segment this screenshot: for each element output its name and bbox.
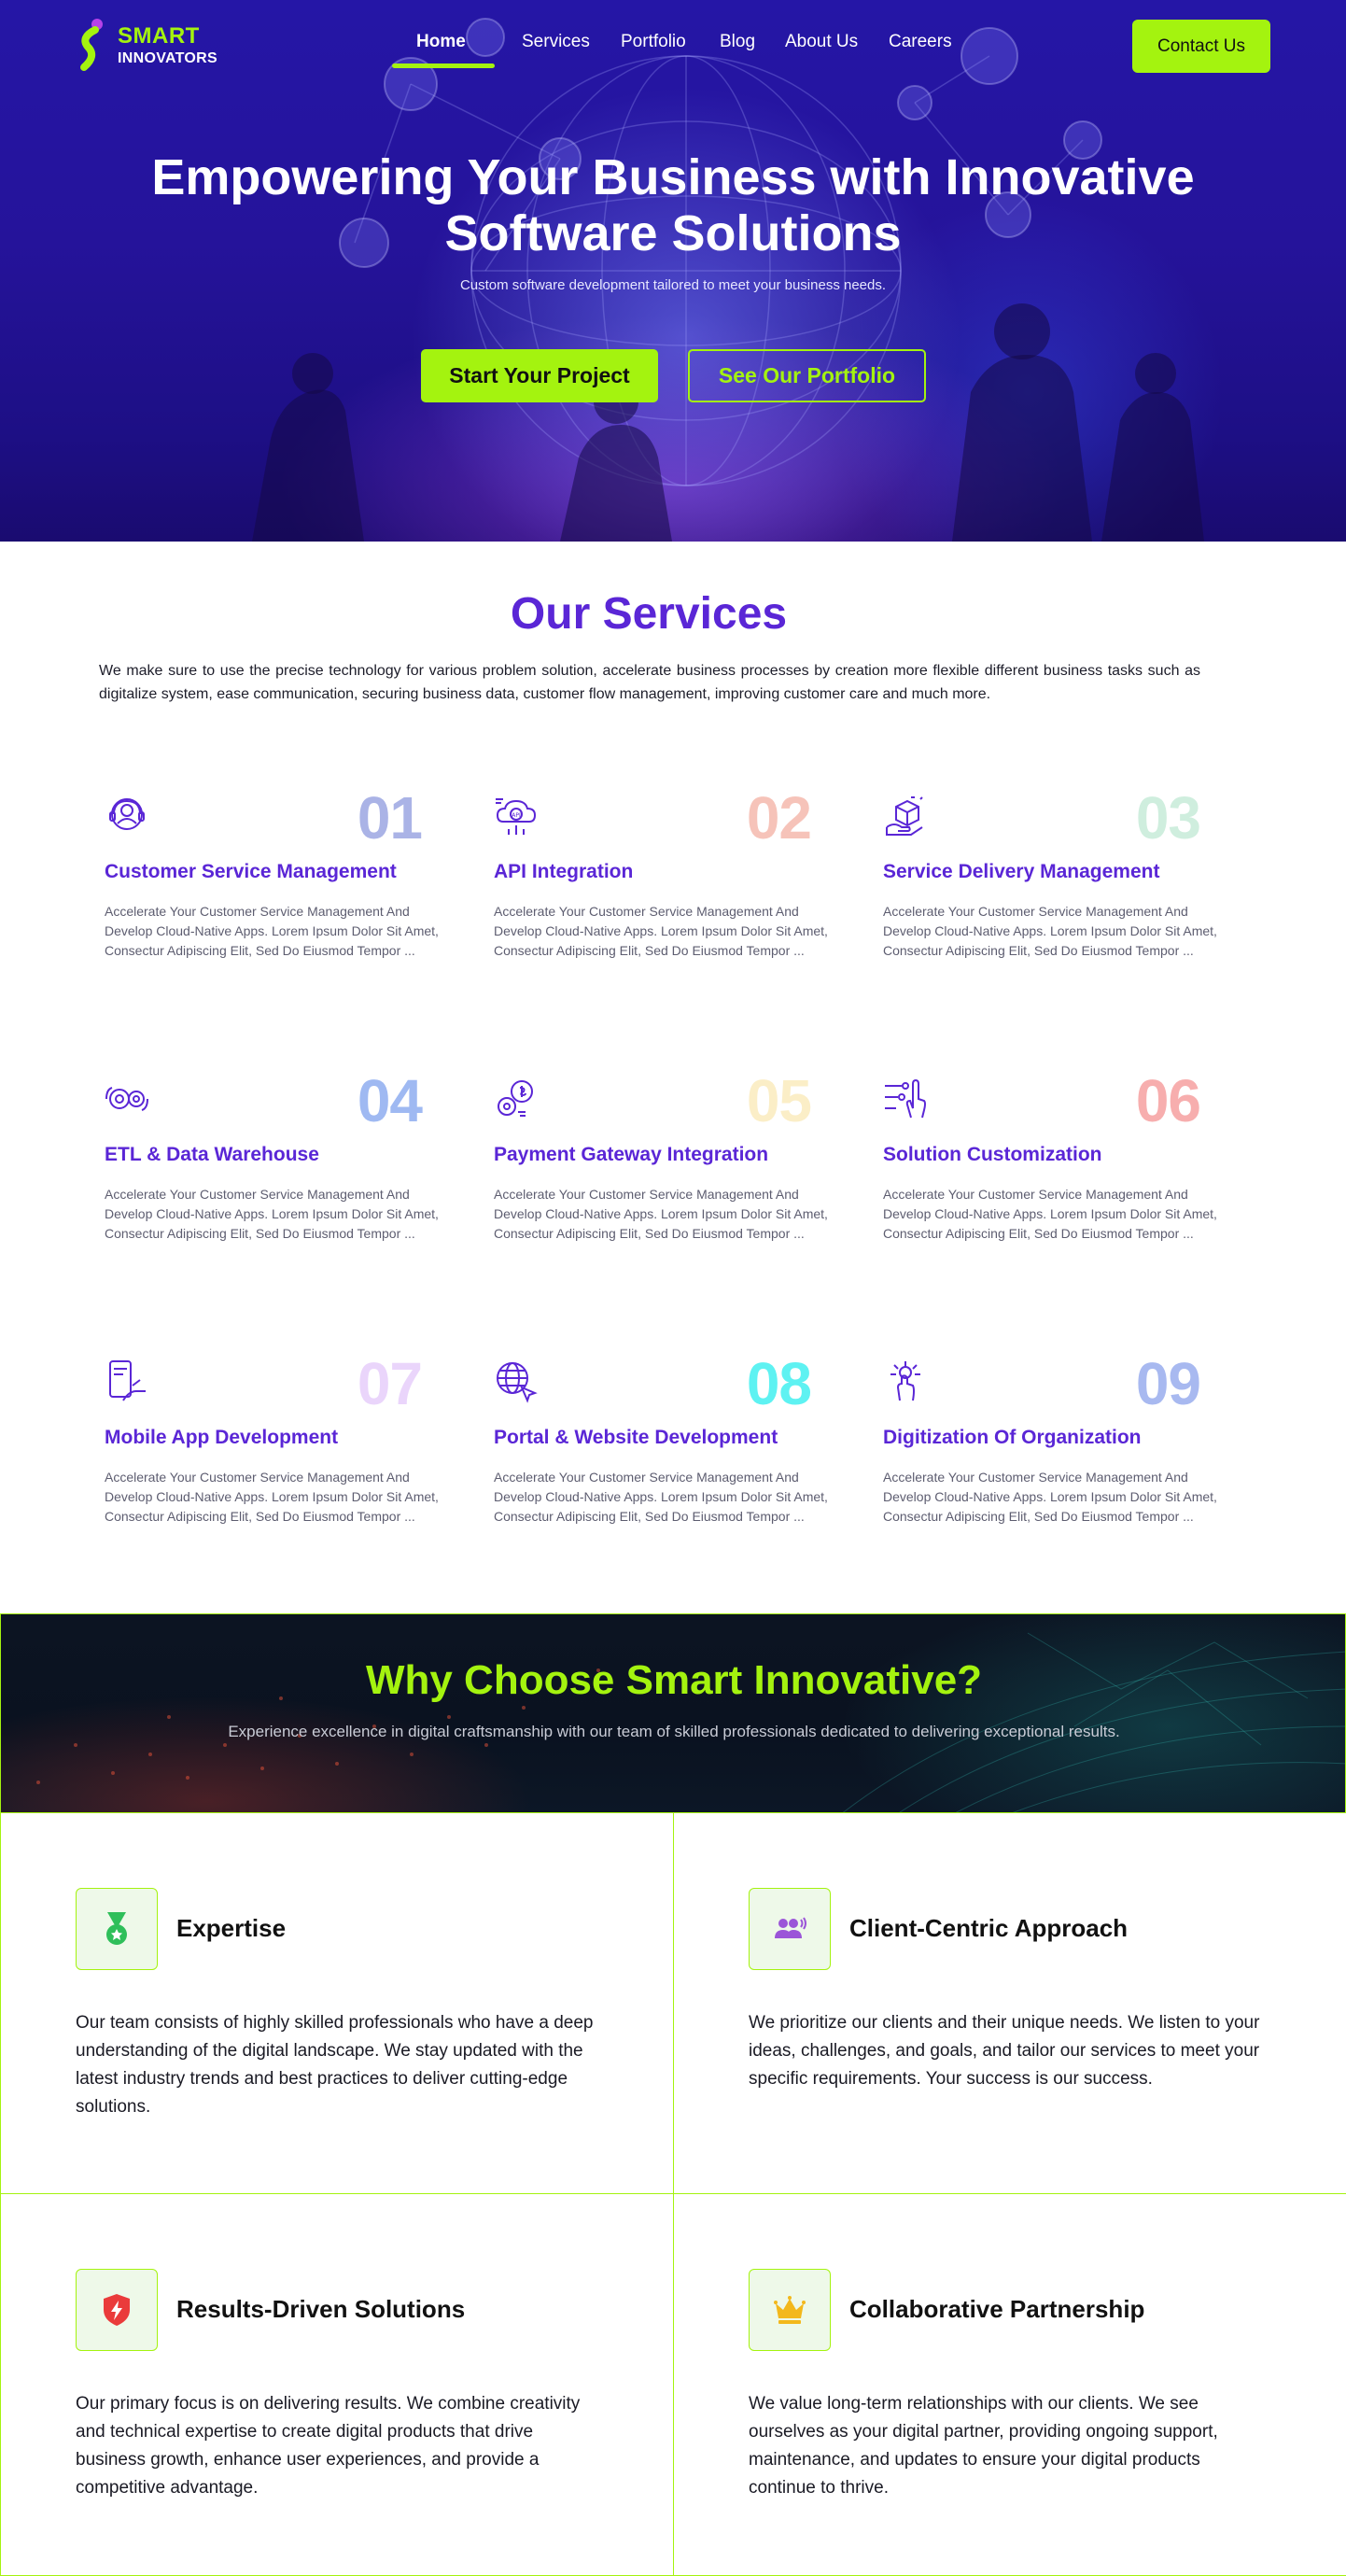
start-project-button[interactable]: Start Your Project bbox=[421, 349, 658, 402]
service-title: Solution Customization bbox=[883, 1144, 1102, 1165]
service-card[interactable]: 09 Digitization Of Organization Accelera… bbox=[879, 1354, 1217, 1574]
service-card[interactable]: 03 Service Delivery Management Accelerat… bbox=[879, 788, 1217, 1008]
service-title: ETL & Data Warehouse bbox=[105, 1144, 319, 1165]
feature-text: Our team consists of highly skilled prof… bbox=[76, 2013, 594, 2117]
hero-section: SMART INNOVATORS Home Services Portfolio… bbox=[0, 0, 1346, 542]
service-number: 09 bbox=[1135, 1350, 1201, 1417]
services-intro: We make sure to use the precise technolo… bbox=[99, 663, 1200, 702]
service-card[interactable]: API 02 API Integration Accelerate Your C… bbox=[490, 788, 828, 1008]
feature-text: Our primary focus is on delivering resul… bbox=[76, 2394, 581, 2498]
service-description: Accelerate Your Customer Service Managem… bbox=[883, 1470, 1217, 1524]
api-cloud-icon: API bbox=[496, 798, 537, 835]
feature-icon-box bbox=[749, 2269, 831, 2351]
globe-cursor-icon bbox=[497, 1362, 538, 1403]
headset-user-icon bbox=[109, 798, 145, 830]
medal-icon bbox=[106, 1912, 127, 1945]
hero-subtitle: Custom software development tailored to … bbox=[459, 277, 887, 293]
nav-item-blog[interactable]: Blog bbox=[720, 32, 755, 52]
digital-hand-icon bbox=[890, 1361, 920, 1401]
shield-bolt-icon bbox=[104, 2294, 130, 2326]
feature-card-expertise: Expertise Our team consists of highly sk… bbox=[0, 1812, 674, 2195]
feature-title: Collaborative Partnership bbox=[849, 2295, 1145, 2323]
see-portfolio-button[interactable]: See Our Portfolio bbox=[688, 349, 926, 402]
hero-network-background bbox=[252, 18, 1204, 542]
why-choose-grid: Expertise Our team consists of highly sk… bbox=[0, 1812, 1346, 2576]
nav-item-portfolio[interactable]: Portfolio bbox=[621, 32, 686, 52]
nav-item-services[interactable]: Services bbox=[522, 32, 590, 52]
service-card[interactable]: 06 Solution Customization Accelerate You… bbox=[879, 1071, 1217, 1291]
people-icon bbox=[775, 1917, 806, 1938]
service-title: Portal & Website Development bbox=[494, 1427, 778, 1448]
mobile-app-icon bbox=[109, 1360, 146, 1401]
service-title: API Integration bbox=[494, 861, 634, 882]
feature-card-client-centric: Client-Centric Approach We prioritize ou… bbox=[673, 1812, 1346, 2195]
feature-text: We prioritize our clients and their uniq… bbox=[749, 2013, 1260, 2089]
nav-item-careers[interactable]: Careers bbox=[889, 32, 952, 52]
service-title: Digitization Of Organization bbox=[883, 1427, 1142, 1448]
feature-icon-box bbox=[749, 1888, 831, 1970]
service-number: 02 bbox=[746, 784, 812, 852]
service-number: 05 bbox=[746, 1067, 812, 1134]
why-choose-subtitle: Experience excellence in digital craftsm… bbox=[228, 1723, 1120, 1740]
why-choose-title: Why Choose Smart Innovative? bbox=[365, 1657, 983, 1703]
hero-title-line1: Empowering Your Business with Innovative bbox=[151, 149, 1195, 205]
service-number: 07 bbox=[357, 1350, 423, 1417]
service-description: Accelerate Your Customer Service Managem… bbox=[494, 1187, 828, 1241]
contact-us-button[interactable]: Contact Us bbox=[1132, 20, 1270, 73]
service-description: Accelerate Your Customer Service Managem… bbox=[105, 904, 439, 958]
service-description: Accelerate Your Customer Service Managem… bbox=[883, 1187, 1217, 1241]
svg-text:API: API bbox=[512, 812, 521, 819]
feature-text: We value long-term relationships with ou… bbox=[749, 2394, 1218, 2498]
particle-wave-background bbox=[36, 1632, 1345, 1812]
hero-title-line2: Software Solutions bbox=[444, 205, 902, 261]
service-title: Customer Service Management bbox=[105, 861, 397, 882]
feature-title: Expertise bbox=[176, 1914, 287, 1942]
nav-active-indicator bbox=[392, 63, 495, 68]
service-card[interactable]: 07 Mobile App Development Accelerate You… bbox=[101, 1354, 439, 1574]
service-card[interactable]: 08 Portal & Website Development Accelera… bbox=[490, 1354, 828, 1574]
nav-item-about-us[interactable]: About Us bbox=[785, 32, 858, 52]
hero-title: Empowering Your Business with Innovative… bbox=[0, 149, 1346, 261]
service-number: 03 bbox=[1135, 784, 1201, 852]
feature-title: Client-Centric Approach bbox=[849, 1914, 1129, 1942]
service-number: 06 bbox=[1135, 1067, 1201, 1134]
data-gears-icon bbox=[105, 1087, 148, 1111]
services-title: Our Services bbox=[510, 589, 788, 639]
service-title: Payment Gateway Integration bbox=[494, 1144, 769, 1165]
service-number: 01 bbox=[357, 784, 423, 852]
feature-title: Results-Driven Solutions bbox=[176, 2295, 466, 2323]
payment-gear-icon bbox=[498, 1080, 533, 1117]
service-title: Service Delivery Management bbox=[883, 861, 1160, 882]
feature-card-collaborative: Collaborative Partnership We value long-… bbox=[673, 2193, 1346, 2576]
service-card[interactable]: 04 ETL & Data Warehouse Accelerate Your … bbox=[101, 1071, 439, 1291]
service-description: Accelerate Your Customer Service Managem… bbox=[105, 1187, 439, 1241]
service-description: Accelerate Your Customer Service Managem… bbox=[105, 1470, 439, 1524]
service-title: Mobile App Development bbox=[105, 1427, 339, 1448]
feature-icon-box bbox=[76, 1888, 158, 1970]
service-description: Accelerate Your Customer Service Managem… bbox=[883, 904, 1217, 958]
service-description: Accelerate Your Customer Service Managem… bbox=[494, 1470, 828, 1524]
service-number: 04 bbox=[357, 1067, 423, 1134]
delivery-box-icon bbox=[886, 796, 923, 836]
nav-item-home[interactable]: Home bbox=[416, 32, 466, 52]
crown-icon bbox=[774, 2296, 806, 2324]
service-card[interactable]: 05 Payment Gateway Integration Accelerat… bbox=[490, 1071, 828, 1291]
feature-card-results-driven: Results-Driven Solutions Our primary foc… bbox=[0, 2193, 674, 2576]
service-number: 08 bbox=[746, 1350, 812, 1417]
service-card[interactable]: 01 Customer Service Management Accelerat… bbox=[101, 788, 439, 1008]
feature-icon-box bbox=[76, 2269, 158, 2351]
custom-touch-icon bbox=[885, 1078, 926, 1119]
why-choose-banner: Why Choose Smart Innovative? Experience … bbox=[0, 1613, 1346, 1813]
service-description: Accelerate Your Customer Service Managem… bbox=[494, 904, 828, 958]
